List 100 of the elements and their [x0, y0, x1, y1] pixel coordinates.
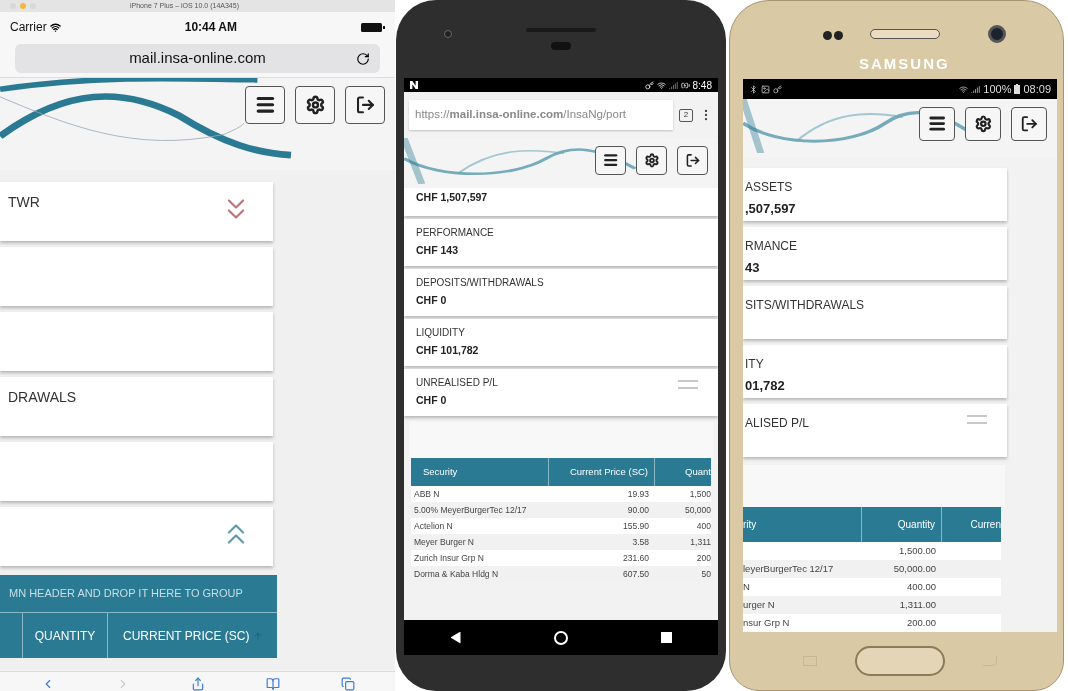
menu-button[interactable]: [245, 86, 285, 124]
clock-time: 8:48: [692, 78, 712, 93]
table-cell-text: Meyer Burger N: [413, 535, 475, 549]
card-value: CHF 0: [416, 293, 448, 308]
table-cell-text: 200: [695, 551, 711, 565]
speaker-grille: [870, 29, 940, 39]
signal-icon: [971, 84, 981, 94]
table-cell-text: Zurich Insur Grp N: [413, 551, 485, 565]
clock-time: 08:09: [1023, 81, 1051, 97]
logout-icon: [1019, 115, 1039, 133]
clock-time: 10:44 AM: [184, 19, 237, 36]
card-value: CHF 143: [416, 243, 459, 258]
card-value: CHF 101,782: [416, 343, 479, 358]
table-cell-text: 50: [700, 567, 711, 581]
table-cell-text: 3.58: [631, 535, 650, 549]
menu-button[interactable]: [919, 107, 955, 141]
table-cell-text: 1,311: [689, 535, 711, 549]
bookmarks-icon[interactable]: [264, 677, 281, 691]
card-value: 43: [745, 259, 761, 277]
logout-button[interactable]: [1011, 107, 1047, 141]
camera-icon: [988, 25, 1006, 43]
sort-arrow-icon: [253, 630, 264, 641]
card-label: ALISED P/L: [745, 415, 810, 432]
address-bar[interactable]: https://mail.insa-online.com/InsaNg/port: [409, 100, 673, 130]
url-text: mail.insa-online.com: [129, 48, 266, 69]
table-cell-text: 1,500.00: [898, 543, 937, 558]
menu-icon: [926, 114, 948, 134]
logout-button[interactable]: [345, 86, 385, 124]
card-label: TWR: [8, 193, 40, 212]
table-cell-text: leyerBurgerTec 12/17: [743, 561, 835, 576]
table-cell-text: ABB N: [413, 487, 441, 501]
home-button[interactable]: [855, 646, 945, 676]
wifi-icon: [959, 84, 969, 94]
card-value: 01,782: [745, 377, 785, 395]
table-cell-text: 607.50: [622, 567, 650, 581]
home-icon[interactable]: [553, 630, 568, 645]
brand-logo: SAMSUNG: [859, 54, 950, 74]
table-cell-text: 400.00: [905, 579, 937, 594]
logout-button[interactable]: [677, 146, 708, 175]
logout-icon: [684, 153, 701, 168]
settings-icon: [973, 115, 993, 133]
card-value: CHF 0: [416, 393, 448, 408]
card-value: CHF 1,507,597: [416, 190, 488, 205]
battery-percent: 100%: [983, 81, 1012, 97]
signal-icon: [668, 80, 678, 90]
table-row[interactable]: nsur Grp N 200.00: [743, 614, 1001, 632]
card-label: PERFORMANCE: [416, 226, 494, 240]
table-cell-text: urger N: [743, 597, 776, 612]
table-cell-text: Actelion N: [413, 519, 454, 533]
settings-button[interactable]: [636, 146, 667, 175]
tab-count-button[interactable]: 2: [679, 108, 693, 122]
table-cell-text: 5.00% MeyerBurgerTec 12/17: [413, 503, 528, 517]
sensor-icon: [551, 42, 571, 50]
column-header[interactable]: Quant: [655, 458, 711, 486]
table-cell-text: 19.93: [626, 487, 650, 501]
camera-icon: [444, 30, 452, 38]
battery-icon: [680, 80, 690, 90]
drag-handle-icon[interactable]: [967, 414, 987, 426]
menu-icon: [601, 152, 620, 169]
table-cell-text: 1,500: [688, 487, 711, 501]
table-cell-text: 231.60: [622, 551, 650, 565]
table-cell-text: 400: [695, 519, 711, 533]
back-icon[interactable]: [450, 631, 461, 644]
card-label: ASSETS: [745, 179, 794, 196]
card-value: ,507,597: [745, 200, 796, 218]
logout-icon: [354, 95, 376, 115]
column-header[interactable]: CURRENT PRICE (SC): [108, 613, 277, 658]
settings-button[interactable]: [295, 86, 335, 124]
menu-button[interactable]: [595, 146, 626, 175]
card-label: DEPOSITS/WITHDRAWALS: [416, 276, 544, 290]
card-label: UNREALISED P/L: [416, 376, 498, 390]
battery-icon: [361, 22, 385, 32]
sensor-icon: [823, 31, 843, 40]
settings-button[interactable]: [965, 107, 1001, 141]
vpn-key-icon: [773, 84, 782, 94]
table-cell-text: 90.00: [626, 503, 650, 517]
table-cell-text: nsur Grp N: [743, 615, 791, 630]
table-row[interactable]: Actelion N 155.90 400: [411, 518, 711, 534]
url-text: https://mail.insa-online.com/InsaNg/port: [415, 107, 626, 123]
carrier-label: Carrier: [10, 19, 47, 36]
recent-apps-icon[interactable]: [660, 632, 672, 643]
column-header[interactable]: Curren: [942, 507, 1001, 542]
table-cell-text: 200.00: [905, 615, 937, 630]
card-label: RMANCE: [745, 238, 797, 255]
column-header[interactable]: QUANTITY: [23, 613, 108, 658]
address-bar[interactable]: mail.insa-online.com: [15, 44, 380, 73]
group-hint-text: MN HEADER AND DROP IT HERE TO GROUP: [9, 586, 243, 602]
table-cell-text: N: [743, 579, 751, 594]
card-label: SITS/WITHDRAWALS: [745, 297, 865, 314]
table-row[interactable]: 1,500.00: [743, 542, 1001, 560]
wifi-icon: [656, 80, 666, 90]
table-row[interactable]: ABB N 19.93 1,500: [411, 486, 711, 502]
settings-icon: [643, 153, 660, 168]
table-cell-text: Dorma & Kaba Hldg N: [413, 567, 500, 581]
tabs-icon[interactable]: [339, 677, 356, 691]
drag-handle-icon[interactable]: [678, 379, 698, 391]
card-label: LIQUIDITY: [416, 326, 466, 340]
table-row[interactable]: N 400.00: [743, 578, 1001, 596]
reload-icon[interactable]: [356, 51, 370, 66]
table-row[interactable]: Zurich Insur Grp N 231.60 200: [411, 550, 711, 566]
